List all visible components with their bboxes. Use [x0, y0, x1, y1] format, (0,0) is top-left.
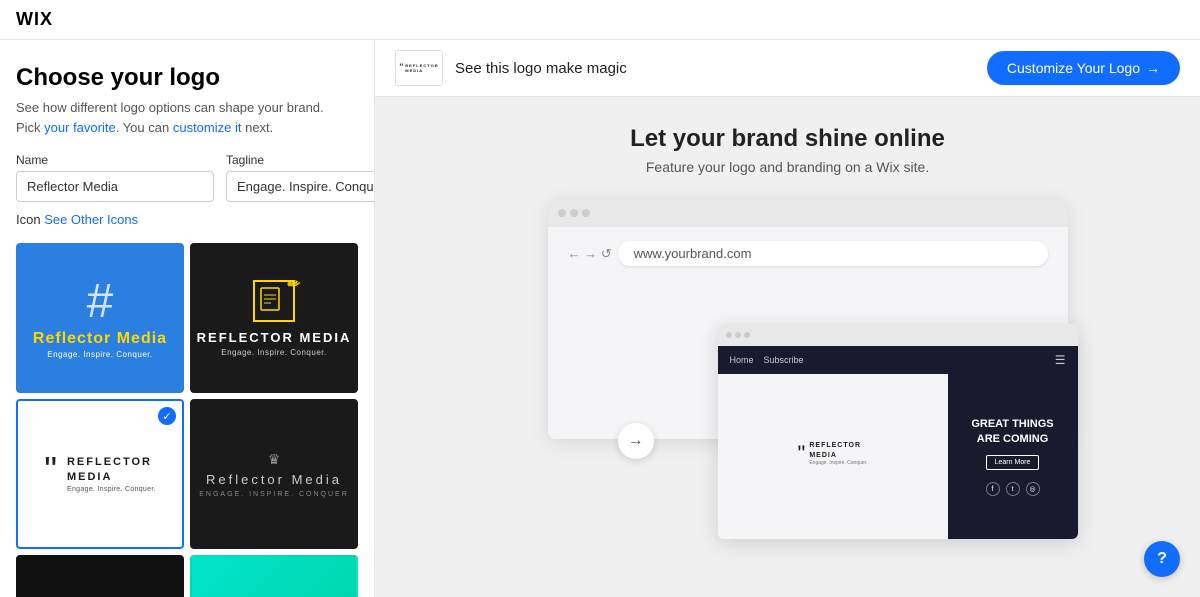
mini-quote-icon: ": [798, 443, 806, 465]
logo-card-cyan-green[interactable]: [190, 555, 358, 597]
tagline-label: Tagline: [226, 153, 375, 167]
tagline-input[interactable]: [226, 171, 375, 202]
brand-promo-section: Let your brand shine online Feature your…: [375, 97, 1200, 597]
logo-card-dark-elegant[interactable]: ♛ Reflector Media ENGAGE. INSPIRE. CONQU…: [190, 399, 358, 549]
logo2-tagline: Engage. Inspire. Conquer.: [221, 348, 326, 357]
left-panel: Choose your logo See how different logo …: [0, 40, 375, 597]
customize-logo-button[interactable]: Customize Your Logo →: [987, 51, 1180, 85]
name-input[interactable]: [16, 171, 214, 202]
social-icons: f t ◎: [986, 482, 1040, 496]
browser-outer-bar: [548, 199, 1068, 227]
logo-card-white-quote[interactable]: ✓ " REFLECTORMEDIA Engage. Inspire. Conq…: [16, 399, 184, 549]
icon-label: Icon: [16, 212, 44, 227]
learn-more-btn[interactable]: Learn More: [986, 455, 1040, 470]
promo-subtext: Feature your logo and branding on a Wix …: [646, 159, 929, 175]
quote-icon: ": [44, 452, 57, 488]
subtitle-link-favorite[interactable]: your favorite: [44, 120, 116, 135]
see-other-icons-link[interactable]: See Other Icons: [44, 212, 138, 227]
logo-grid: # Reflector Media Engage. Inspire. Conqu…: [16, 243, 358, 597]
inner-nav-links: Home Subscribe: [730, 355, 804, 365]
name-field-group: Name: [16, 153, 214, 202]
subtitle-link-customize[interactable]: customize it: [173, 120, 242, 135]
mockup-arrow-icon: →: [618, 423, 654, 459]
browser-inner-frame: Home Subscribe ☰ " REFLECTORMEDIA Engage…: [718, 324, 1078, 539]
nav-link-home: Home: [730, 355, 754, 365]
browser-dot-2: [570, 209, 578, 217]
inner-left-section: " REFLECTORMEDIA Engage. Inspire. Conque…: [718, 374, 948, 539]
url-bar: www.yourbrand.com: [618, 241, 1048, 266]
nav-link-subscribe: Subscribe: [764, 355, 804, 365]
browser-inner-nav: Home Subscribe ☰: [718, 346, 1078, 374]
logo3-brand-text: REFLECTORMEDIA Engage. Inspire. Conquer.: [67, 455, 156, 493]
website-mockup: ← → ↺ www.yourbrand.com Home Subscri: [498, 199, 1078, 539]
customize-btn-label: Customize Your Logo: [1007, 60, 1140, 76]
logo2-brand-name: REFLECTOR MEDIA: [197, 330, 352, 345]
mini-logo-area: " REFLECTORMEDIA Engage. Inspire. Conque…: [798, 441, 868, 465]
browser-inner-body: " REFLECTORMEDIA Engage. Inspire. Conque…: [718, 374, 1078, 539]
tagline-field-group: Tagline: [226, 153, 375, 202]
help-button[interactable]: ?: [1144, 541, 1180, 577]
preview-bar-text: See this logo make magic: [455, 60, 975, 77]
form-row: Name Tagline: [16, 153, 358, 202]
preview-logo-thumbnail: " REFLECTORMEDIA: [395, 50, 443, 86]
logo4-tagline: ENGAGE. INSPIRE. CONQUER: [199, 491, 349, 498]
logo-preview-bar: " REFLECTORMEDIA See this logo make magi…: [375, 40, 1200, 97]
logo-card-solid-black[interactable]: [16, 555, 184, 597]
facebook-icon: f: [986, 482, 1000, 496]
top-nav: WIX: [0, 0, 1200, 40]
logo-card-blue[interactable]: # Reflector Media Engage. Inspire. Conqu…: [16, 243, 184, 393]
logo3-brand-name: REFLECTORMEDIA: [67, 455, 156, 484]
logo4-brand-name: Reflector Media: [206, 472, 342, 487]
mini-logo-text: REFLECTORMEDIA Engage. Inspire. Conquer.: [809, 441, 867, 465]
hamburger-icon: ☰: [1055, 353, 1066, 367]
doc-icon-box: ✏: [253, 280, 295, 322]
inner-dot-1: [726, 332, 732, 338]
instagram-icon: ◎: [1026, 482, 1040, 496]
subtitle: See how different logo options can shape…: [16, 98, 358, 137]
browser-outer-content: ← → ↺ www.yourbrand.com: [548, 227, 1068, 280]
logo1-tagline: Engage. Inspire. Conquer.: [47, 350, 152, 359]
inner-dot-3: [744, 332, 750, 338]
browser-inner-bar: [718, 324, 1078, 346]
mini-brand-name: REFLECTORMEDIA: [809, 441, 867, 459]
subtitle-mid: . You can: [116, 120, 173, 135]
browser-dot-1: [558, 209, 566, 217]
crown-icon: ♛: [268, 451, 281, 468]
logo3-tagline: Engage. Inspire. Conquer.: [67, 486, 156, 493]
subtitle-line1: See how different logo options can shape…: [16, 100, 324, 115]
logo1-brand-name: Reflector Media: [33, 330, 167, 348]
selected-check-icon: ✓: [158, 407, 176, 425]
page-title: Choose your logo: [16, 64, 358, 92]
hero-text: GREAT THINGS ARE COMING: [960, 417, 1066, 448]
right-panel: " REFLECTORMEDIA See this logo make magi…: [375, 40, 1200, 597]
wix-logo: WIX: [16, 9, 53, 30]
twitter-icon: t: [1006, 482, 1020, 496]
inner-right-section: GREAT THINGS ARE COMING Learn More f t ◎: [948, 374, 1078, 539]
inner-dot-2: [735, 332, 741, 338]
help-icon: ?: [1157, 550, 1167, 568]
promo-heading: Let your brand shine online: [630, 125, 945, 153]
name-label: Name: [16, 153, 214, 167]
logo-card-black-yellow[interactable]: ✏ REFLECTOR MEDIA Engage. Inspire. Conqu…: [190, 243, 358, 393]
subtitle-prefix: Pick: [16, 120, 44, 135]
customize-btn-arrow: →: [1146, 60, 1160, 76]
browser-nav-arrows: ← → ↺: [568, 246, 612, 262]
browser-dot-3: [582, 209, 590, 217]
main-layout: Choose your logo See how different logo …: [0, 40, 1200, 597]
mini-brand-tagline: Engage. Inspire. Conquer.: [809, 460, 867, 466]
hashtag-icon: #: [87, 278, 114, 326]
icon-row: Icon See Other Icons: [16, 212, 358, 227]
subtitle-suffix: next.: [241, 120, 273, 135]
